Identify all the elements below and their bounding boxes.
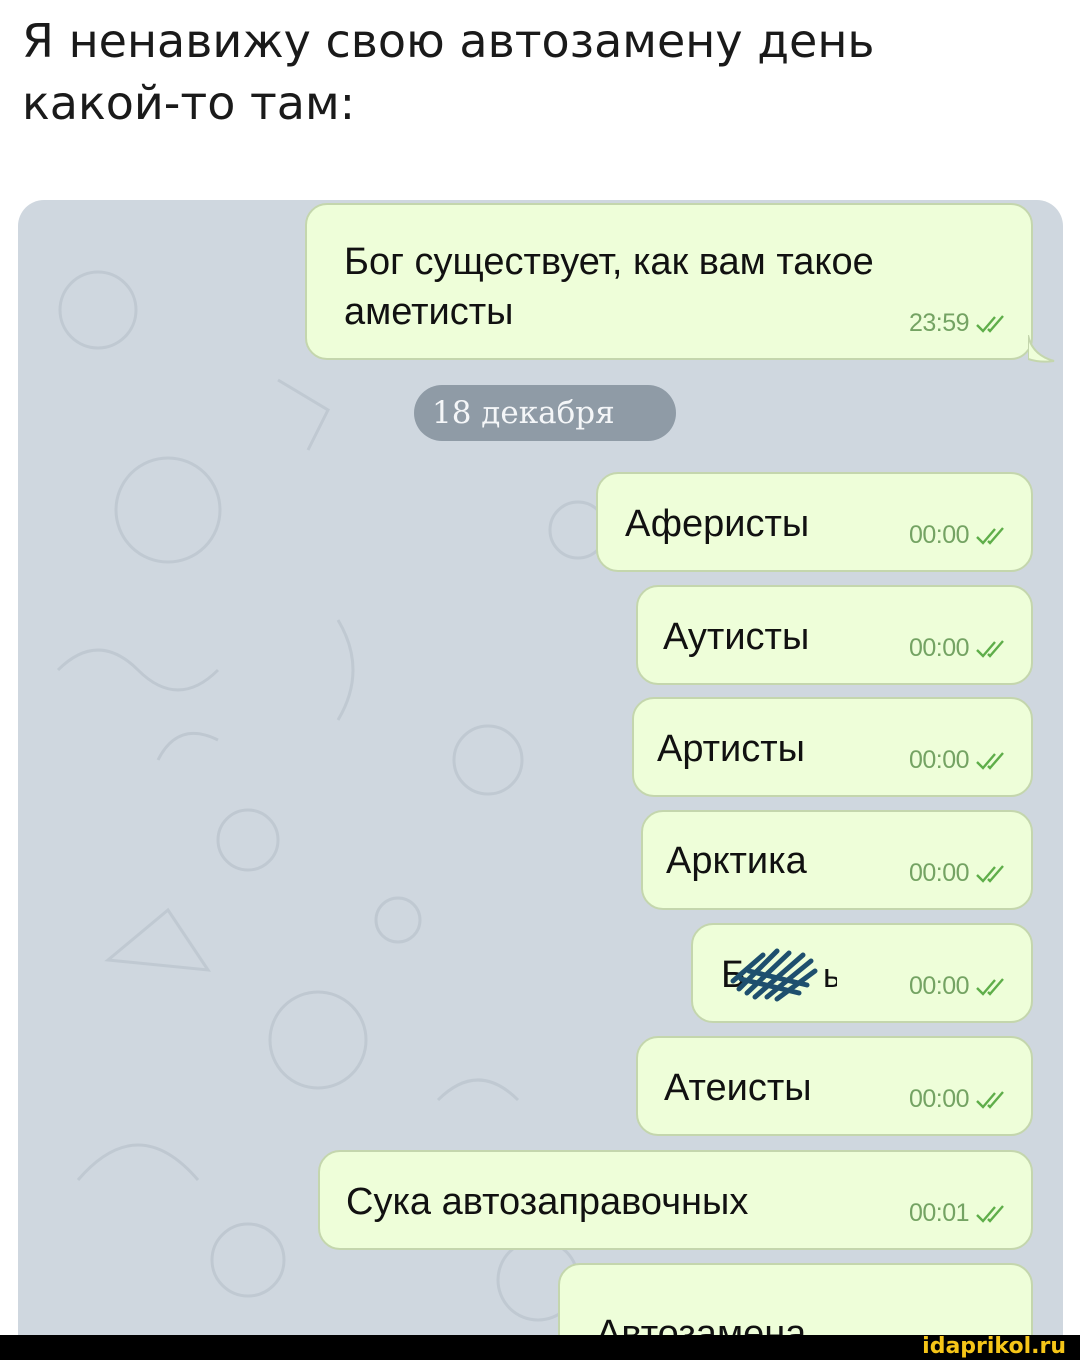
message-bubble[interactable]: Арктика 00:00 (641, 810, 1033, 910)
message-bubble[interactable]: Атеисты 00:00 (636, 1036, 1033, 1136)
message-bubble[interactable]: Сука автозаправочных 00:01 (318, 1150, 1033, 1250)
message-text: Сука автозаправочных (346, 1181, 749, 1223)
message-meta: 23:59 (909, 309, 1009, 338)
read-double-check-icon (976, 314, 1004, 333)
message-bubble[interactable]: Артисты 00:00 (632, 697, 1033, 797)
meme-caption: Я ненавижу свою автозамену день какой-то… (22, 10, 1062, 134)
message-bubble[interactable]: Аутисты 00:00 (636, 585, 1033, 685)
read-double-check-icon (976, 977, 1004, 996)
message-time: 00:00 (908, 859, 970, 887)
message-time: 00:01 (908, 1199, 970, 1227)
message-meta: 00:00 (909, 521, 1009, 550)
chat-screenshot: Бог существует, как вам такое аметисты 2… (18, 200, 1063, 1335)
message-text-line: Бог существует, как вам такое (344, 241, 874, 283)
message-meta: 00:00 (909, 972, 1009, 1001)
message-meta: 00:01 (909, 1199, 1009, 1228)
read-double-check-icon (976, 1090, 1004, 1109)
read-double-check-icon (976, 526, 1004, 545)
message-bubble[interactable]: Бог существует, как вам такое аметисты 2… (305, 203, 1033, 360)
message-bubble[interactable]: Б ь 00:00 (691, 923, 1033, 1023)
date-divider: 18 декабря (414, 385, 676, 441)
message-time: 00:00 (908, 1085, 970, 1113)
watermark-bar (0, 1335, 1080, 1360)
site-watermark: idaprikol.ru (922, 1334, 1066, 1359)
message-meta: 00:00 (909, 859, 1009, 888)
message-meta: 00:00 (909, 634, 1009, 663)
message-text: Атеисты (664, 1067, 812, 1109)
message-text: Аферисты (625, 503, 810, 545)
message-bubble-partial[interactable]: Автозамена (558, 1263, 1033, 1335)
message-text: Арктика (666, 840, 807, 882)
read-double-check-icon (976, 751, 1004, 770)
message-time: 00:00 (908, 746, 970, 774)
svg-text:ь: ь (823, 957, 837, 995)
censor-scribble-icon: Б ь (721, 948, 837, 1002)
message-bubble[interactable]: Аферисты 00:00 (596, 472, 1033, 572)
message-text: Артисты (657, 728, 805, 770)
caption-line-2: какой-то там: (22, 76, 356, 130)
message-time: 00:00 (908, 634, 970, 662)
bubble-tail (1028, 335, 1055, 363)
read-double-check-icon (976, 639, 1004, 658)
caption-line-1: Я ненавижу свою автозамену день (22, 14, 875, 68)
read-double-check-icon (976, 864, 1004, 883)
message-time: 00:00 (908, 972, 970, 1000)
message-meta: 00:00 (909, 1085, 1009, 1114)
message-text-line: аметисты (344, 291, 514, 333)
message-meta: 00:00 (909, 746, 1009, 775)
read-double-check-icon (976, 1204, 1004, 1223)
message-time: 00:00 (908, 521, 970, 549)
message-text: Аутисты (663, 616, 810, 658)
message-text: Автозамена (596, 1313, 807, 1335)
message-time: 23:59 (908, 309, 970, 337)
